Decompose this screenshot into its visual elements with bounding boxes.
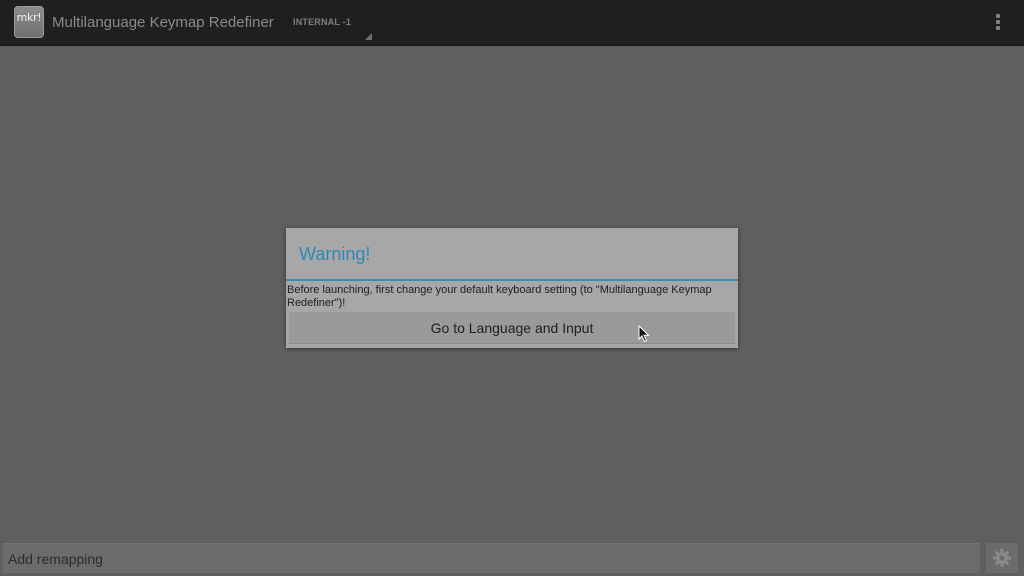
spinner-corner-icon [365, 33, 372, 40]
warning-dialog: Warning! Before launching, first change … [286, 228, 738, 348]
app-icon-text: mkr! [16, 11, 42, 24]
go-to-language-input-button[interactable]: Go to Language and Input [289, 312, 735, 344]
dialog-divider [286, 279, 738, 281]
action-bar: mkr! Multilanguage Keymap Redefiner INTE… [0, 0, 1024, 45]
menu-dot [996, 26, 1000, 30]
more-vertical-icon[interactable] [988, 8, 1008, 36]
dialog-button-label: Go to Language and Input [430, 320, 594, 336]
gear-icon [993, 549, 1011, 567]
menu-dot [996, 14, 1000, 18]
dialog-message: Before launching, first change your defa… [287, 284, 712, 309]
device-spinner-value: INTERNAL -1 [293, 17, 352, 27]
dialog-title: Warning! [299, 244, 371, 264]
menu-dot [996, 20, 1000, 24]
settings-button[interactable] [986, 543, 1018, 573]
device-spinner[interactable]: INTERNAL -1 [286, 0, 374, 45]
add-remapping-button[interactable]: Add remapping [3, 543, 980, 573]
mouse-cursor-icon [638, 325, 650, 343]
app-title: Multilanguage Keymap Redefiner [52, 14, 274, 31]
add-remapping-label: Add remapping [8, 551, 103, 567]
app-icon[interactable]: mkr! [14, 6, 44, 38]
